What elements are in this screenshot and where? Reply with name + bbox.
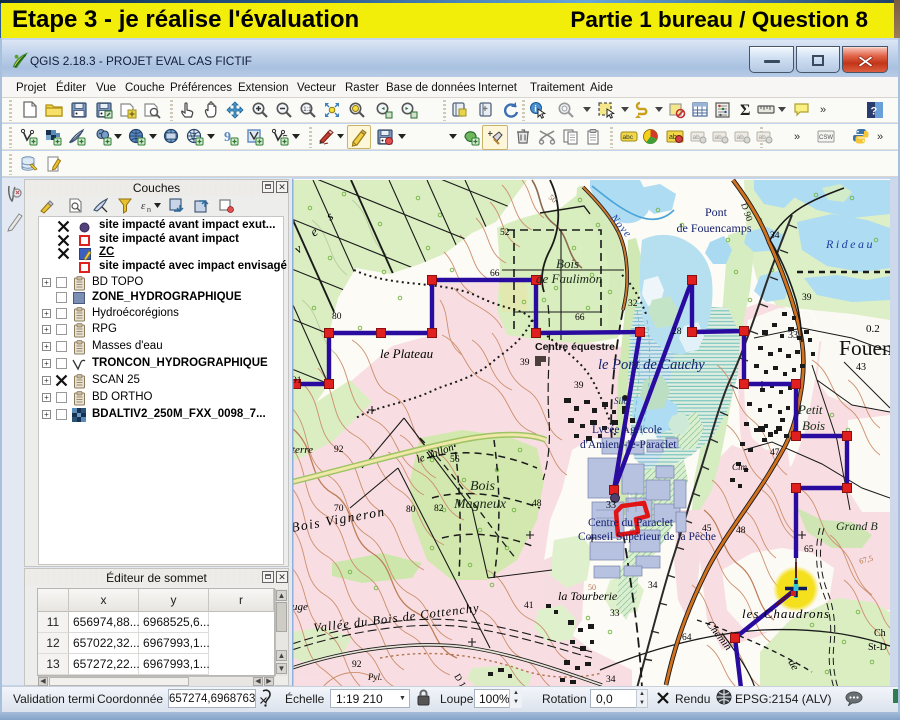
- svg-text:Bois: Bois: [802, 418, 825, 433]
- svg-text:Bois: Bois: [470, 479, 495, 494]
- svg-text:CSW: CSW: [819, 135, 833, 141]
- svg-text:39: 39: [520, 358, 530, 368]
- svg-text:28: 28: [672, 327, 682, 337]
- svg-text:Pyl.: Pyl.: [367, 672, 382, 682]
- svg-text:39: 39: [574, 381, 584, 391]
- svg-text:47: 47: [770, 448, 780, 458]
- svg-text:de Fouencamps: de Fouencamps: [677, 221, 752, 235]
- svg-text:Grand B: Grand B: [836, 519, 878, 533]
- svg-text:92: 92: [334, 445, 344, 455]
- svg-text:0.2: 0.2: [866, 323, 880, 335]
- svg-text:Σ: Σ: [740, 102, 750, 119]
- svg-text:64: 64: [682, 633, 692, 643]
- svg-text:Cim.: Cim.: [732, 462, 749, 472]
- svg-text:66: 66: [575, 313, 585, 323]
- svg-text:Centre équestre: Centre équestre: [535, 341, 615, 353]
- svg-text:Silo: Silo: [614, 396, 629, 406]
- svg-text:43: 43: [856, 362, 866, 373]
- svg-text:Conseil Supérieur de la Pêche: Conseil Supérieur de la Pêche: [578, 531, 716, 543]
- svg-text:32: 32: [628, 299, 638, 309]
- svg-text:80: 80: [332, 312, 342, 322]
- svg-text:41: 41: [524, 601, 534, 611]
- svg-text:n: n: [147, 207, 151, 214]
- svg-text:Centre du Paraclet: Centre du Paraclet: [588, 517, 674, 529]
- svg-text:Bois: Bois: [556, 256, 579, 271]
- svg-text:45: 45: [702, 524, 712, 534]
- svg-text:Magneux: Magneux: [453, 497, 507, 512]
- svg-text:82: 82: [434, 504, 444, 514]
- svg-text:Rideau: Rideau: [825, 237, 875, 251]
- svg-text:80: 80: [406, 505, 416, 515]
- svg-text:les Chaudrons: les Chaudrons: [742, 606, 830, 621]
- svg-text:65: 65: [804, 545, 814, 555]
- svg-text:Petit: Petit: [797, 402, 823, 417]
- svg-text:92: 92: [352, 660, 362, 670]
- svg-text:abc: abc: [623, 134, 634, 141]
- svg-text:ab: ab: [737, 134, 745, 141]
- svg-text:33: 33: [788, 330, 798, 341]
- svg-text:34: 34: [648, 581, 658, 591]
- svg-text:34: 34: [606, 675, 616, 685]
- svg-text:terre: terre: [292, 444, 313, 456]
- svg-text:uge: uge: [292, 601, 308, 613]
- svg-text:ε: ε: [141, 200, 146, 212]
- svg-text:Ch: Ch: [874, 628, 886, 639]
- svg-text:33: 33: [606, 500, 616, 511]
- svg-text:»: »: [877, 131, 883, 141]
- svg-text:34: 34: [770, 231, 780, 241]
- svg-text:1:1: 1:1: [303, 107, 312, 113]
- svg-text:le Pont de Cauchy: le Pont de Cauchy: [598, 357, 705, 373]
- svg-text:66: 66: [490, 269, 500, 279]
- svg-text:Fouen: Fouen: [839, 336, 890, 360]
- svg-text:Pont: Pont: [705, 205, 728, 219]
- svg-text:48: 48: [736, 526, 746, 536]
- svg-text:St-D: St-D: [868, 642, 887, 653]
- svg-text:39: 39: [802, 293, 812, 303]
- svg-text:de Faulimon: de Faulimon: [536, 271, 602, 286]
- svg-text:33: 33: [610, 609, 620, 619]
- svg-text:»: »: [820, 104, 826, 114]
- svg-text:le Plateau: le Plateau: [380, 346, 434, 361]
- svg-text:V: V: [190, 132, 196, 142]
- svg-text:52: 52: [500, 228, 510, 238]
- svg-text:ab: ab: [693, 134, 701, 141]
- svg-text:ab: ab: [715, 134, 723, 141]
- svg-text:70: 70: [334, 504, 344, 514]
- svg-text:»: »: [794, 131, 800, 141]
- svg-text:?: ?: [871, 106, 878, 118]
- svg-text:d'Amiens-le-Paraclet: d'Amiens-le-Paraclet: [580, 439, 677, 451]
- svg-text:56: 56: [450, 455, 460, 465]
- svg-text:ab: ab: [759, 134, 767, 141]
- svg-text:50: 50: [588, 583, 596, 592]
- svg-text:Lycée Agricole: Lycée Agricole: [592, 424, 662, 436]
- svg-text:48: 48: [532, 499, 542, 509]
